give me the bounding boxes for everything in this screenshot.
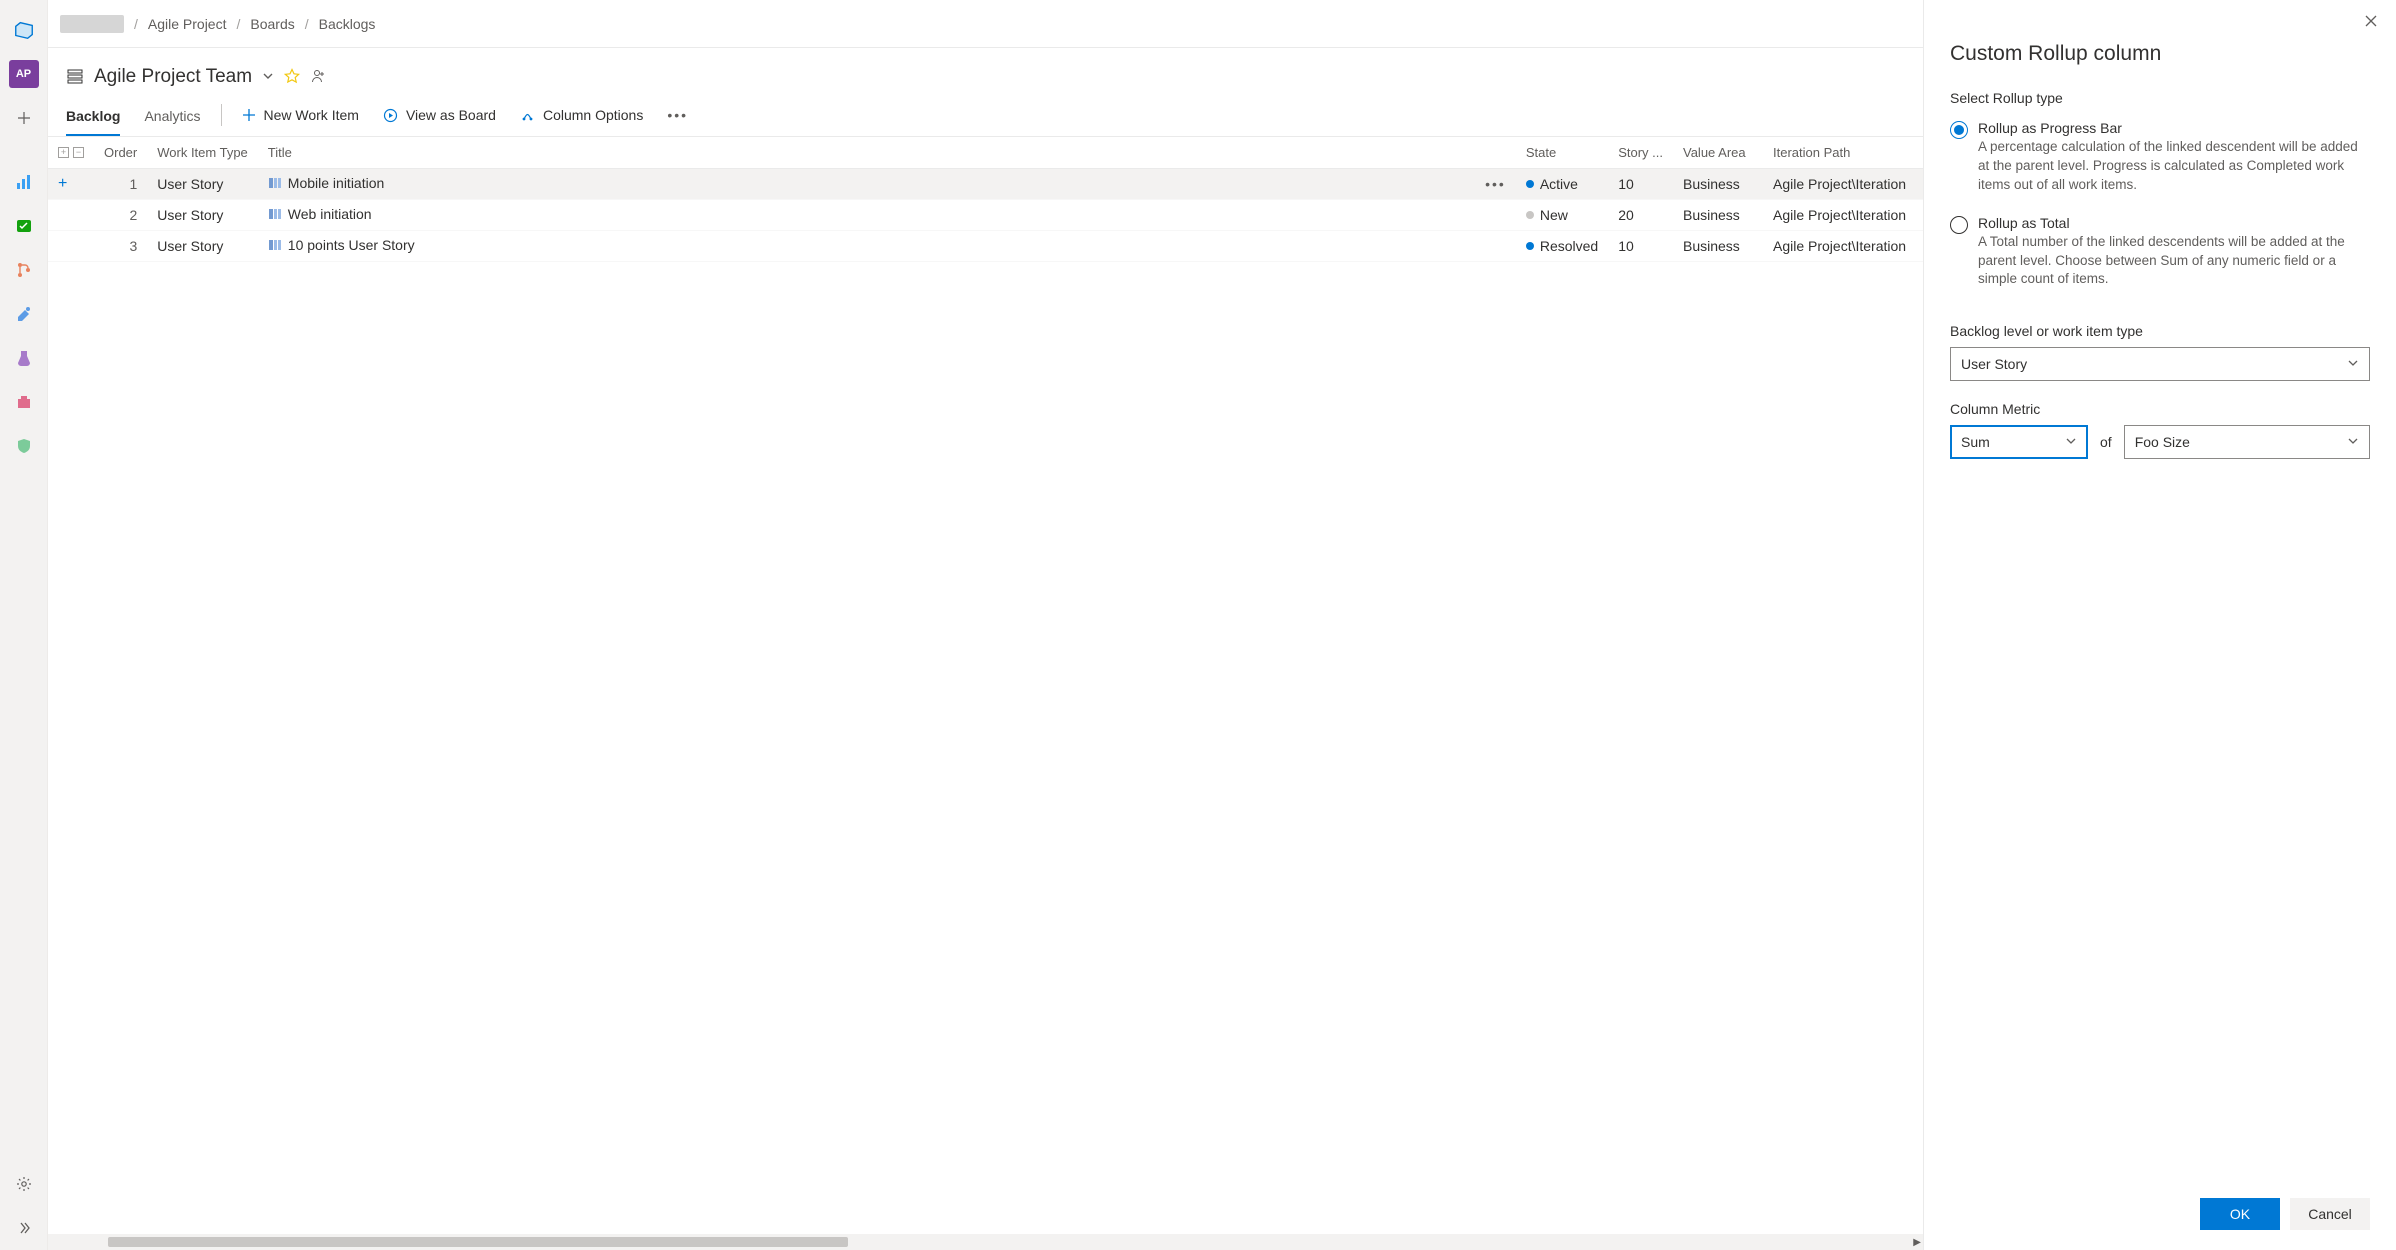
radio-rollup-total[interactable] — [1950, 216, 1968, 234]
backlog-icon — [66, 67, 84, 88]
cell-title[interactable]: 10 points User Story — [258, 231, 1475, 262]
left-nav-rail: AP — [0, 0, 48, 1250]
column-metric-label: Column Metric — [1950, 401, 2370, 417]
favorite-star-icon[interactable] — [284, 68, 300, 87]
more-actions-button[interactable]: ••• — [667, 107, 688, 129]
cell-valuearea: Business — [1673, 231, 1763, 262]
chevron-down-icon — [2347, 357, 2359, 372]
breadcrumb-page[interactable]: Backlogs — [319, 16, 376, 32]
custom-rollup-panel: Custom Rollup column Select Rollup type … — [1924, 0, 2396, 1250]
radio-rollup-total-desc: A Total number of the linked descendents… — [1978, 233, 2370, 290]
user-story-icon — [268, 207, 282, 224]
backlog-grid: +− Order Work Item Type Title State Stor… — [48, 137, 1923, 262]
tab-divider — [221, 104, 222, 126]
boards-rail-icon[interactable] — [8, 210, 40, 242]
rollup-type-label: Select Rollup type — [1950, 90, 2370, 106]
team-name[interactable]: Agile Project Team — [94, 66, 252, 88]
cell-order: 1 — [94, 169, 147, 200]
cell-valuearea: Business — [1673, 200, 1763, 231]
cell-workitemtype: User Story — [147, 169, 258, 200]
new-work-item-button[interactable]: New Work Item — [242, 107, 359, 129]
table-row[interactable]: 2User StoryWeb initiation New20BusinessAg… — [48, 200, 1923, 231]
col-state[interactable]: State — [1516, 137, 1608, 169]
user-story-icon — [268, 176, 282, 193]
project-avatar[interactable]: AP — [8, 58, 40, 90]
cell-iteration: Agile Project\Iteration — [1763, 169, 1923, 200]
view-as-board-button[interactable]: View as Board — [383, 107, 496, 129]
state-dot-icon — [1526, 211, 1534, 219]
tab-backlog[interactable]: Backlog — [66, 100, 120, 136]
artifacts-rail-icon[interactable] — [8, 386, 40, 418]
expand-rail-icon[interactable] — [8, 1212, 40, 1244]
horizontal-scrollbar[interactable]: ▶ — [48, 1234, 1923, 1250]
table-row[interactable]: 3User Story10 points User Story Resolved1… — [48, 231, 1923, 262]
cancel-button[interactable]: Cancel — [2290, 1198, 2370, 1230]
user-story-icon — [268, 238, 282, 255]
panel-title: Custom Rollup column — [1950, 42, 2370, 66]
expand-collapse-all[interactable]: +− — [58, 147, 84, 158]
cell-workitemtype: User Story — [147, 200, 258, 231]
new-item-rail-icon[interactable] — [8, 102, 40, 134]
cell-story: 10 — [1608, 169, 1673, 200]
ok-button[interactable]: OK — [2200, 1198, 2280, 1230]
radio-rollup-progress[interactable] — [1950, 121, 1968, 139]
page-header: Agile Project Team — [48, 48, 1923, 88]
chevron-down-icon[interactable] — [262, 69, 274, 85]
tab-bar: Backlog Analytics New Work Item View as … — [48, 88, 1923, 137]
radio-rollup-progress-label: Rollup as Progress Bar — [1978, 120, 2370, 136]
org-name-redacted — [60, 15, 124, 33]
cell-title[interactable]: Web initiation — [258, 200, 1475, 231]
backlog-level-label: Backlog level or work item type — [1950, 323, 2370, 339]
dashboards-rail-icon[interactable] — [8, 166, 40, 198]
col-story[interactable]: Story ... — [1608, 137, 1673, 169]
metric-field-select[interactable]: Foo Size — [2124, 425, 2370, 459]
cell-workitemtype: User Story — [147, 231, 258, 262]
pipelines-rail-icon[interactable] — [8, 298, 40, 330]
col-title[interactable]: Title — [258, 137, 1475, 169]
metric-of-label: of — [2100, 434, 2112, 450]
metric-aggregate-select[interactable]: Sum — [1950, 425, 2088, 459]
cell-state: Resolved — [1516, 231, 1608, 262]
cell-story: 20 — [1608, 200, 1673, 231]
testplans-rail-icon[interactable] — [8, 342, 40, 374]
state-dot-icon — [1526, 242, 1534, 250]
cell-title[interactable]: Mobile initiation — [258, 169, 1475, 200]
breadcrumb-separator: / — [236, 16, 240, 32]
cell-order: 2 — [94, 200, 147, 231]
team-members-icon[interactable] — [310, 67, 328, 88]
col-workitemtype[interactable]: Work Item Type — [147, 137, 258, 169]
azure-devops-logo-icon[interactable] — [8, 14, 40, 46]
table-row[interactable]: +1User StoryMobile initiation ••• Active10… — [48, 169, 1923, 200]
compliance-rail-icon[interactable] — [8, 430, 40, 462]
add-child-icon[interactable]: + — [58, 175, 67, 192]
breadcrumb-separator: / — [134, 16, 138, 32]
row-context-menu[interactable]: ••• — [1485, 176, 1506, 192]
close-panel-button[interactable] — [2364, 14, 2378, 33]
col-valuearea[interactable]: Value Area — [1673, 137, 1763, 169]
tab-analytics[interactable]: Analytics — [144, 100, 200, 136]
cell-state: Active — [1516, 169, 1608, 200]
cell-order: 3 — [94, 231, 147, 262]
radio-rollup-total-label: Rollup as Total — [1978, 215, 2370, 231]
breadcrumb-separator: / — [305, 16, 309, 32]
backlog-level-select[interactable]: User Story — [1950, 347, 2370, 381]
chevron-down-icon — [2065, 435, 2077, 450]
breadcrumb-section[interactable]: Boards — [250, 16, 294, 32]
cell-valuearea: Business — [1673, 169, 1763, 200]
state-dot-icon — [1526, 180, 1534, 188]
cell-iteration: Agile Project\Iteration — [1763, 200, 1923, 231]
col-order[interactable]: Order — [94, 137, 147, 169]
chevron-down-icon — [2347, 435, 2359, 450]
cell-iteration: Agile Project\Iteration — [1763, 231, 1923, 262]
cell-story: 10 — [1608, 231, 1673, 262]
breadcrumb: / Agile Project / Boards / Backlogs — [48, 0, 1923, 48]
col-iteration[interactable]: Iteration Path — [1763, 137, 1923, 169]
repos-rail-icon[interactable] — [8, 254, 40, 286]
settings-rail-icon[interactable] — [8, 1168, 40, 1200]
cell-state: New — [1516, 200, 1608, 231]
radio-rollup-progress-desc: A percentage calculation of the linked d… — [1978, 138, 2370, 195]
breadcrumb-project[interactable]: Agile Project — [148, 16, 227, 32]
column-options-button[interactable]: Column Options — [520, 107, 643, 129]
